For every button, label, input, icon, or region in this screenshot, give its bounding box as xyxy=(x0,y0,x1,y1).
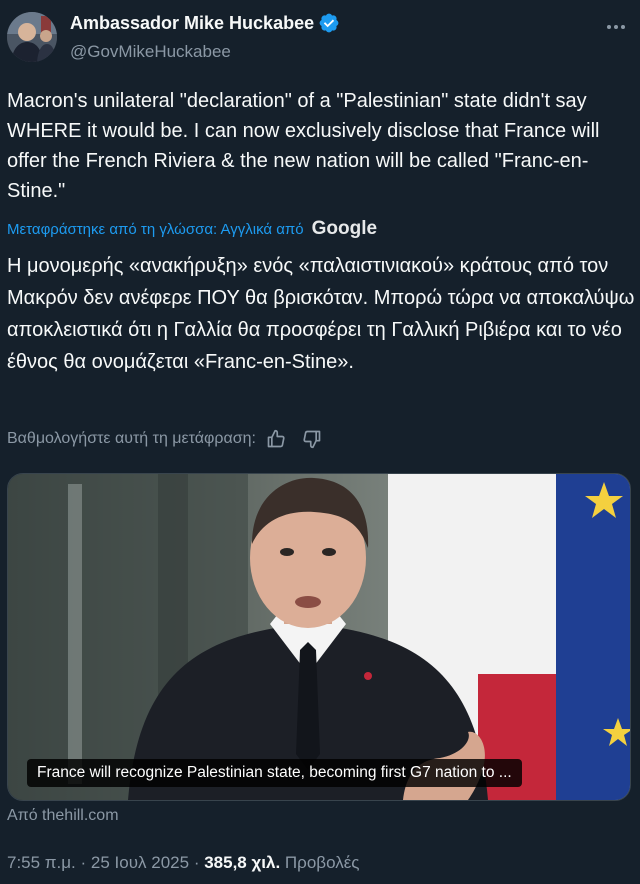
media-source[interactable]: Από thehill.com xyxy=(7,807,119,825)
tweet-time[interactable]: 7:55 π.μ. xyxy=(7,853,76,872)
tweet-meta: 7:55 π.μ. · 25 Ιουλ 2025 · 385,8 χιλ. Πρ… xyxy=(7,853,360,873)
avatar[interactable] xyxy=(7,12,57,62)
media-caption: France will recognize Palestinian state,… xyxy=(27,759,522,787)
translation-notice: Μεταφράστηκε από τη γλώσσα: Αγγλικά από … xyxy=(7,218,377,240)
rate-translation-label: Βαθμολογήστε αυτή τη μετάφραση: xyxy=(7,430,256,447)
media-card[interactable]: France will recognize Palestinian state,… xyxy=(7,473,631,801)
more-icon[interactable] xyxy=(606,14,626,35)
article-photo xyxy=(8,474,630,800)
tweet-date[interactable]: 25 Ιουλ 2025 xyxy=(91,853,189,872)
views-count: 385,8 χιλ. xyxy=(204,853,281,872)
separator: · xyxy=(193,853,200,872)
verified-badge-icon xyxy=(319,13,339,33)
author-handle[interactable]: @GovMikeHuckabee xyxy=(70,42,231,62)
translation-text: Η μονομερής «ανακήρυξη» ενός «παλαιστινι… xyxy=(7,255,635,373)
separator: · xyxy=(80,853,87,872)
author-display-name[interactable]: Ambassador Mike Huckabee xyxy=(70,13,314,34)
thumbs-up-icon[interactable] xyxy=(266,429,286,449)
views-label: Προβολές xyxy=(284,853,360,872)
translated-label[interactable]: Μεταφράστηκε από τη γλώσσα: Αγγλικά από xyxy=(7,221,304,238)
translation-provider: Google xyxy=(311,218,378,239)
rate-translation: Βαθμολογήστε αυτή τη μετάφραση: xyxy=(7,429,322,449)
thumbs-down-icon[interactable] xyxy=(302,429,322,449)
tweet-text: Macron's unilateral "declaration" of a "… xyxy=(7,90,600,202)
